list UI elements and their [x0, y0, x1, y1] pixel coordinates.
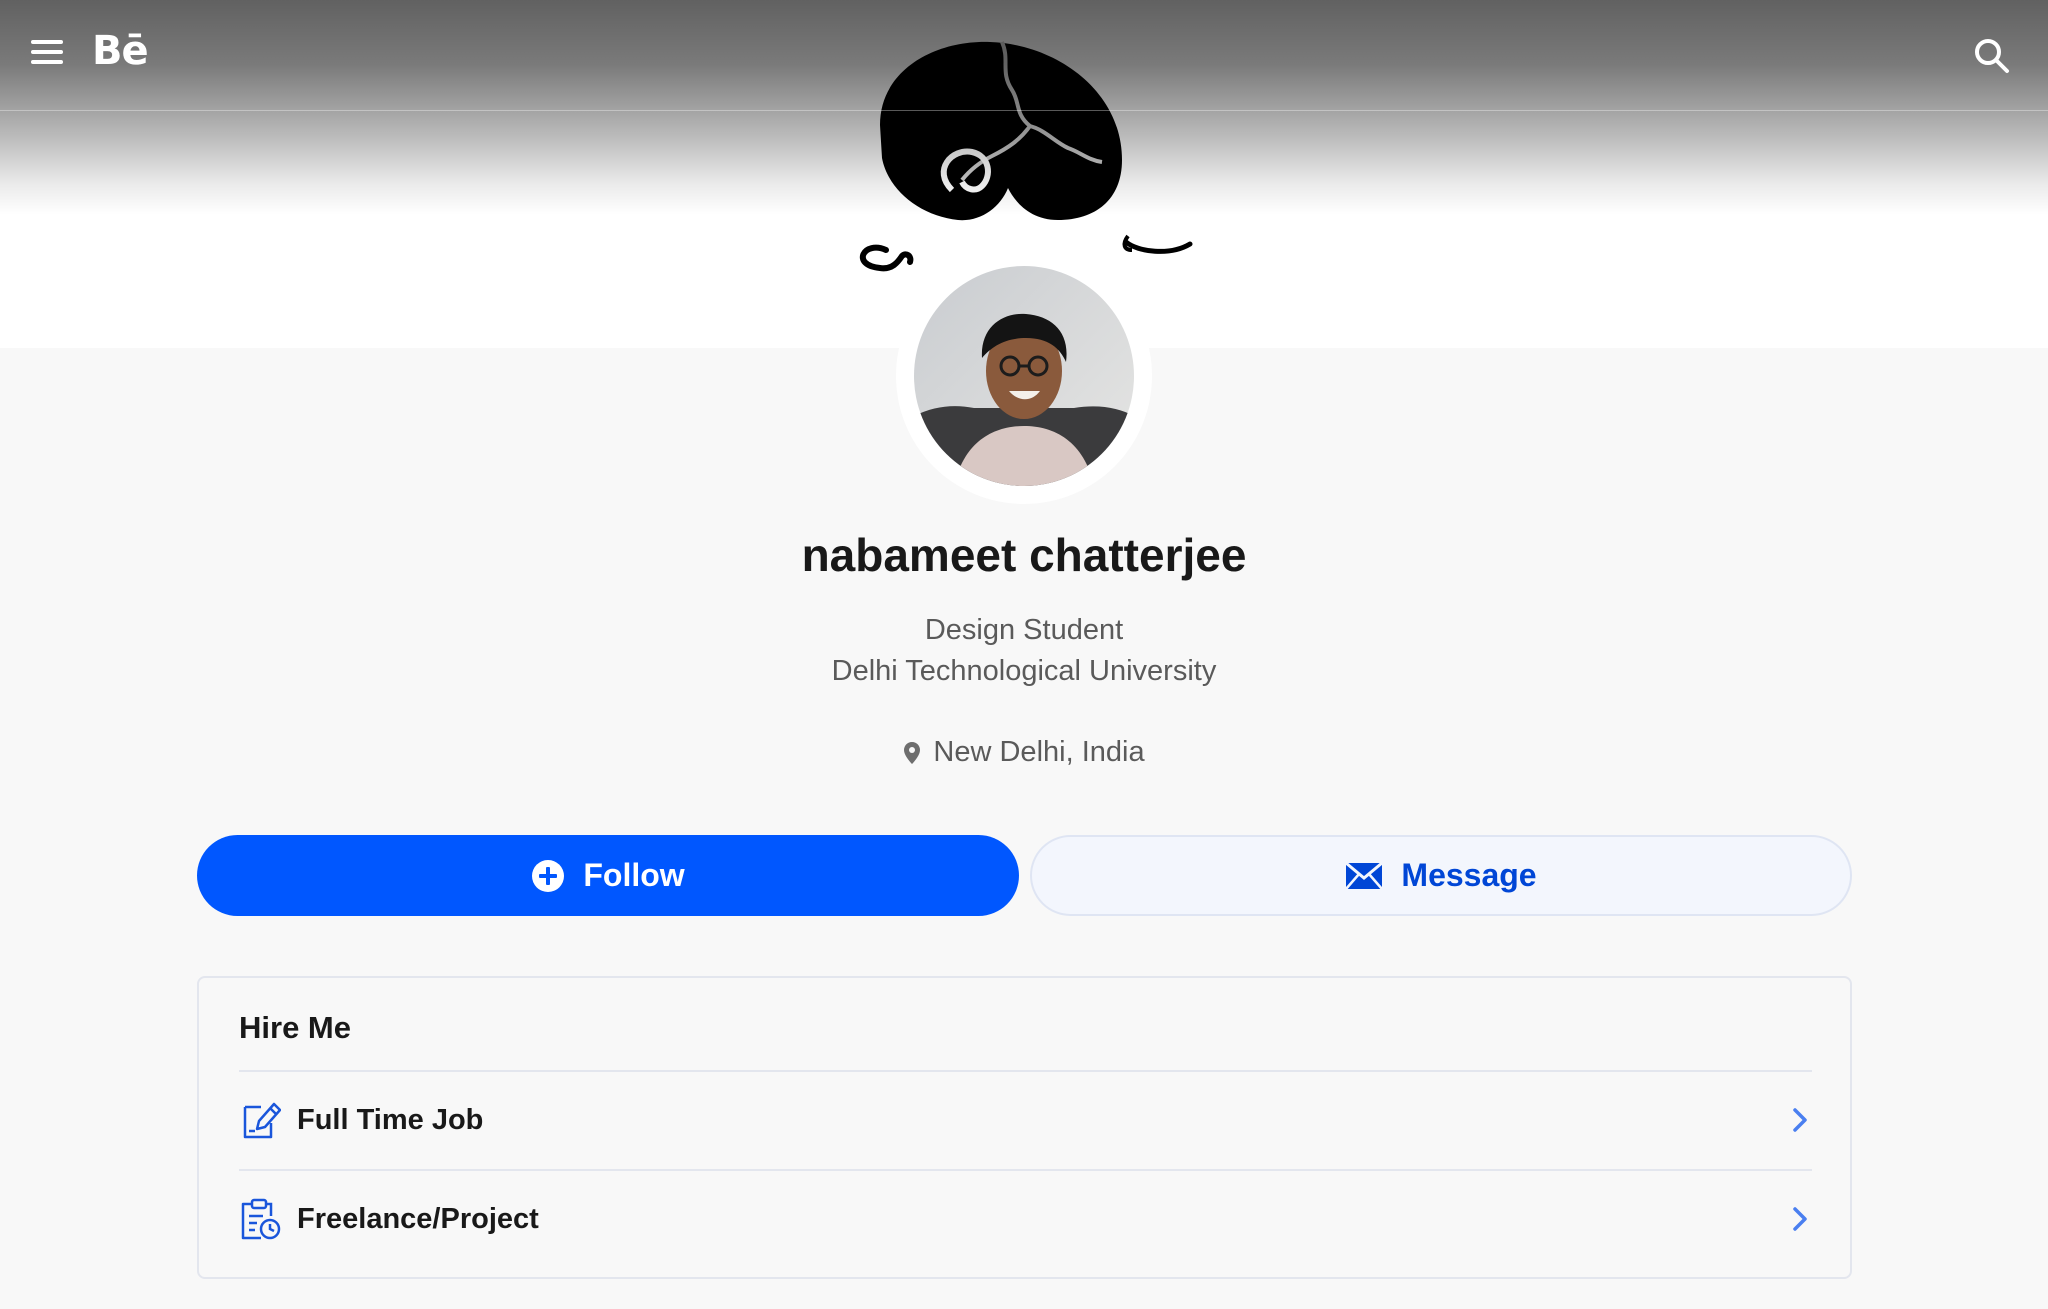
chevron-right-icon: [1793, 1207, 1807, 1231]
profile-location: New Delhi, India: [0, 736, 2048, 769]
profile-avatar[interactable]: [914, 266, 1134, 486]
pencil-document-icon: [243, 1102, 281, 1139]
follow-button[interactable]: Follow: [197, 835, 1019, 916]
hire-me-card: Hire Me Full Time Job Freelance/Project: [197, 976, 1852, 1279]
location-pin-icon: [904, 741, 921, 764]
behance-profile-page: Bē nabameet chatterjee Design Student De…: [0, 0, 2048, 1309]
search-icon[interactable]: [1972, 36, 2012, 76]
behance-logo[interactable]: Bē: [92, 28, 149, 74]
topbar-divider: [0, 110, 2048, 111]
profile-company: Delhi Technological University: [831, 655, 1217, 687]
chevron-right-icon: [1793, 1108, 1807, 1132]
full-time-job-label: Full Time Job: [297, 1103, 484, 1136]
top-navigation-bar: Bē: [0, 0, 2048, 106]
hire-me-title: Hire Me: [239, 1010, 351, 1045]
location-text: New Delhi, India: [933, 736, 1145, 768]
profile-name: nabameet chatterjee: [801, 529, 1247, 581]
hamburger-menu-icon[interactable]: [28, 36, 66, 70]
avatar-photo: [914, 266, 1134, 486]
follow-label: Follow: [583, 857, 685, 893]
message-label: Message: [1401, 857, 1537, 893]
freelance-project-label: Freelance/Project: [297, 1202, 539, 1235]
hire-option-freelance-project[interactable]: Freelance/Project: [239, 1169, 1812, 1267]
hire-option-full-time-job[interactable]: Full Time Job: [239, 1070, 1812, 1168]
plus-circle-icon: [532, 859, 565, 892]
envelope-icon: [1345, 861, 1384, 890]
clipboard-clock-icon: [241, 1198, 281, 1240]
message-button[interactable]: Message: [1030, 835, 1852, 916]
profile-occupation: Design Student: [924, 614, 1124, 646]
